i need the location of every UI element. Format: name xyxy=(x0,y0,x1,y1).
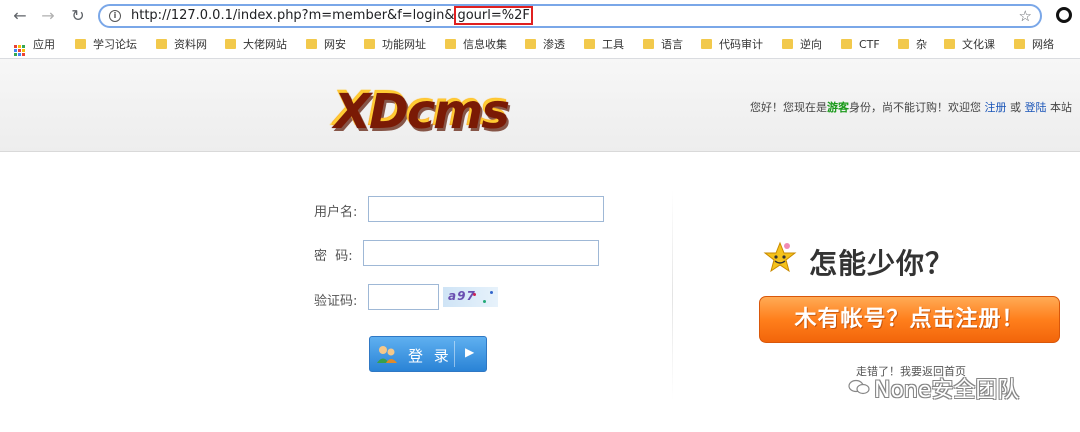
folder-icon xyxy=(898,39,909,49)
bookmark-folder[interactable]: 逆向 xyxy=(782,37,822,53)
users-icon xyxy=(377,346,397,363)
folder-icon xyxy=(944,39,955,49)
login-button[interactable]: 登 录 ▶ xyxy=(369,336,487,372)
forward-arrow-icon[interactable]: → xyxy=(38,6,58,26)
bookmark-label: 资料网 xyxy=(174,38,207,51)
bookmark-star-icon[interactable]: ☆ xyxy=(1019,7,1032,25)
folder-icon xyxy=(643,39,654,49)
bookmark-folder[interactable]: CTF xyxy=(841,37,880,53)
bookmark-label: 语言 xyxy=(661,38,683,51)
folder-icon xyxy=(75,39,86,49)
welcome-suffix: 本站 xyxy=(1050,101,1072,114)
folder-icon xyxy=(782,39,793,49)
bookmark-label: 文化课 xyxy=(962,38,995,51)
folder-icon xyxy=(364,39,375,49)
welcome-prefix: 您好！您现在是 xyxy=(750,101,827,114)
bookmarks-bar: 应用 学习论坛 资料网 大佬网站 网安 功能网址 信息收集 渗透 工具 语言 代… xyxy=(0,33,1080,59)
bookmark-folder[interactable]: 学习论坛 xyxy=(75,37,137,53)
signup-prompt-text: 怎能少你？ xyxy=(809,247,955,280)
bookmark-folder[interactable]: 网络 xyxy=(1014,37,1054,53)
bookmark-label: 学习论坛 xyxy=(93,38,137,51)
bookmark-folder[interactable]: 渗透 xyxy=(525,37,565,53)
bookmark-apps[interactable]: 应用 xyxy=(14,37,55,56)
password-label: 密 码: xyxy=(314,249,353,264)
smiley-star-icon xyxy=(763,241,797,273)
folder-icon xyxy=(306,39,317,49)
bookmark-label: 逆向 xyxy=(800,38,822,51)
back-arrow-icon[interactable]: ← xyxy=(10,6,30,26)
bookmark-label: 应用 xyxy=(33,38,55,51)
username-input[interactable] xyxy=(368,196,604,222)
url-highlight: gourl=%2F xyxy=(454,6,533,25)
header-login-link[interactable]: 登陆 xyxy=(1025,101,1047,114)
bookmark-label: 网安 xyxy=(324,38,346,51)
apps-grid-icon xyxy=(14,45,25,56)
login-button-label: 登 录 xyxy=(408,347,452,365)
bookmark-folder[interactable]: 大佬网站 xyxy=(225,37,287,53)
bookmark-label: CTF xyxy=(859,38,880,51)
watermark: None安全团队 xyxy=(848,372,1019,404)
folder-icon xyxy=(701,39,712,49)
watermark-text: None安全团队 xyxy=(874,378,1020,403)
header-register-link[interactable]: 注册 xyxy=(985,101,1007,114)
captcha-text: a97 xyxy=(448,289,476,303)
extension-icon[interactable] xyxy=(1056,7,1072,23)
bookmark-folder[interactable]: 网安 xyxy=(306,37,346,53)
or-text: 或 xyxy=(1010,101,1021,114)
vertical-divider xyxy=(672,190,673,400)
address-bar[interactable]: i http://127.0.0.1/index.php?m=member&f=… xyxy=(98,4,1042,28)
bookmark-folder[interactable]: 功能网址 xyxy=(364,37,426,53)
folder-icon xyxy=(584,39,595,49)
password-input[interactable] xyxy=(363,240,599,266)
bookmark-folder[interactable]: 代码审计 xyxy=(701,37,763,53)
folder-icon xyxy=(156,39,167,49)
wechat-icon xyxy=(848,379,870,395)
url-host: http://127.0.0.1 xyxy=(131,8,233,23)
browser-toolbar: ← → ↻ i http://127.0.0.1/index.php?m=mem… xyxy=(0,0,1080,33)
bookmark-folder[interactable]: 信息收集 xyxy=(445,37,507,53)
welcome-middle: 身份，尚不能订购！欢迎您 xyxy=(849,101,981,114)
bookmark-label: 工具 xyxy=(602,38,624,51)
button-separator xyxy=(454,341,455,367)
folder-icon xyxy=(445,39,456,49)
bookmark-label: 大佬网站 xyxy=(243,38,287,51)
username-label: 用户名: xyxy=(314,205,358,220)
bookmark-label: 杂 xyxy=(916,38,927,51)
bookmark-folder[interactable]: 杂 xyxy=(898,37,927,53)
site-header: XDcms 您好！您现在是游客身份，尚不能订购！欢迎您 注册 或 登陆 本站 xyxy=(0,59,1080,152)
bookmark-label: 渗透 xyxy=(543,38,565,51)
bookmark-folder[interactable]: 资料网 xyxy=(156,37,207,53)
url-path: /index.php?m=member&f=login& xyxy=(232,8,455,23)
folder-icon xyxy=(225,39,236,49)
register-button[interactable]: 木有帐号？点击注册！ xyxy=(759,296,1060,343)
site-logo[interactable]: XDcms xyxy=(332,81,508,137)
folder-icon xyxy=(525,39,536,49)
welcome-message: 您好！您现在是游客身份，尚不能订购！欢迎您 注册 或 登陆 本站 xyxy=(750,99,1072,115)
folder-icon xyxy=(1014,39,1025,49)
bookmark-label: 功能网址 xyxy=(382,38,426,51)
url-text[interactable]: http://127.0.0.1/index.php?m=member&f=lo… xyxy=(131,6,533,25)
captcha-input[interactable] xyxy=(368,284,439,310)
bookmark-folder[interactable]: 工具 xyxy=(584,37,624,53)
bookmark-label: 代码审计 xyxy=(719,38,763,51)
user-role: 游客 xyxy=(827,101,849,114)
folder-icon xyxy=(841,39,852,49)
bookmark-label: 网络 xyxy=(1032,38,1054,51)
play-arrow-icon: ▶ xyxy=(465,345,475,359)
bookmark-label: 信息收集 xyxy=(463,38,507,51)
bookmark-folder[interactable]: 文化课 xyxy=(944,37,995,53)
reload-icon[interactable]: ↻ xyxy=(68,6,88,26)
info-icon[interactable]: i xyxy=(109,10,121,22)
captcha-label: 验证码: xyxy=(314,294,358,309)
captcha-image[interactable]: a97 xyxy=(443,287,498,307)
bookmark-folder[interactable]: 语言 xyxy=(643,37,683,53)
